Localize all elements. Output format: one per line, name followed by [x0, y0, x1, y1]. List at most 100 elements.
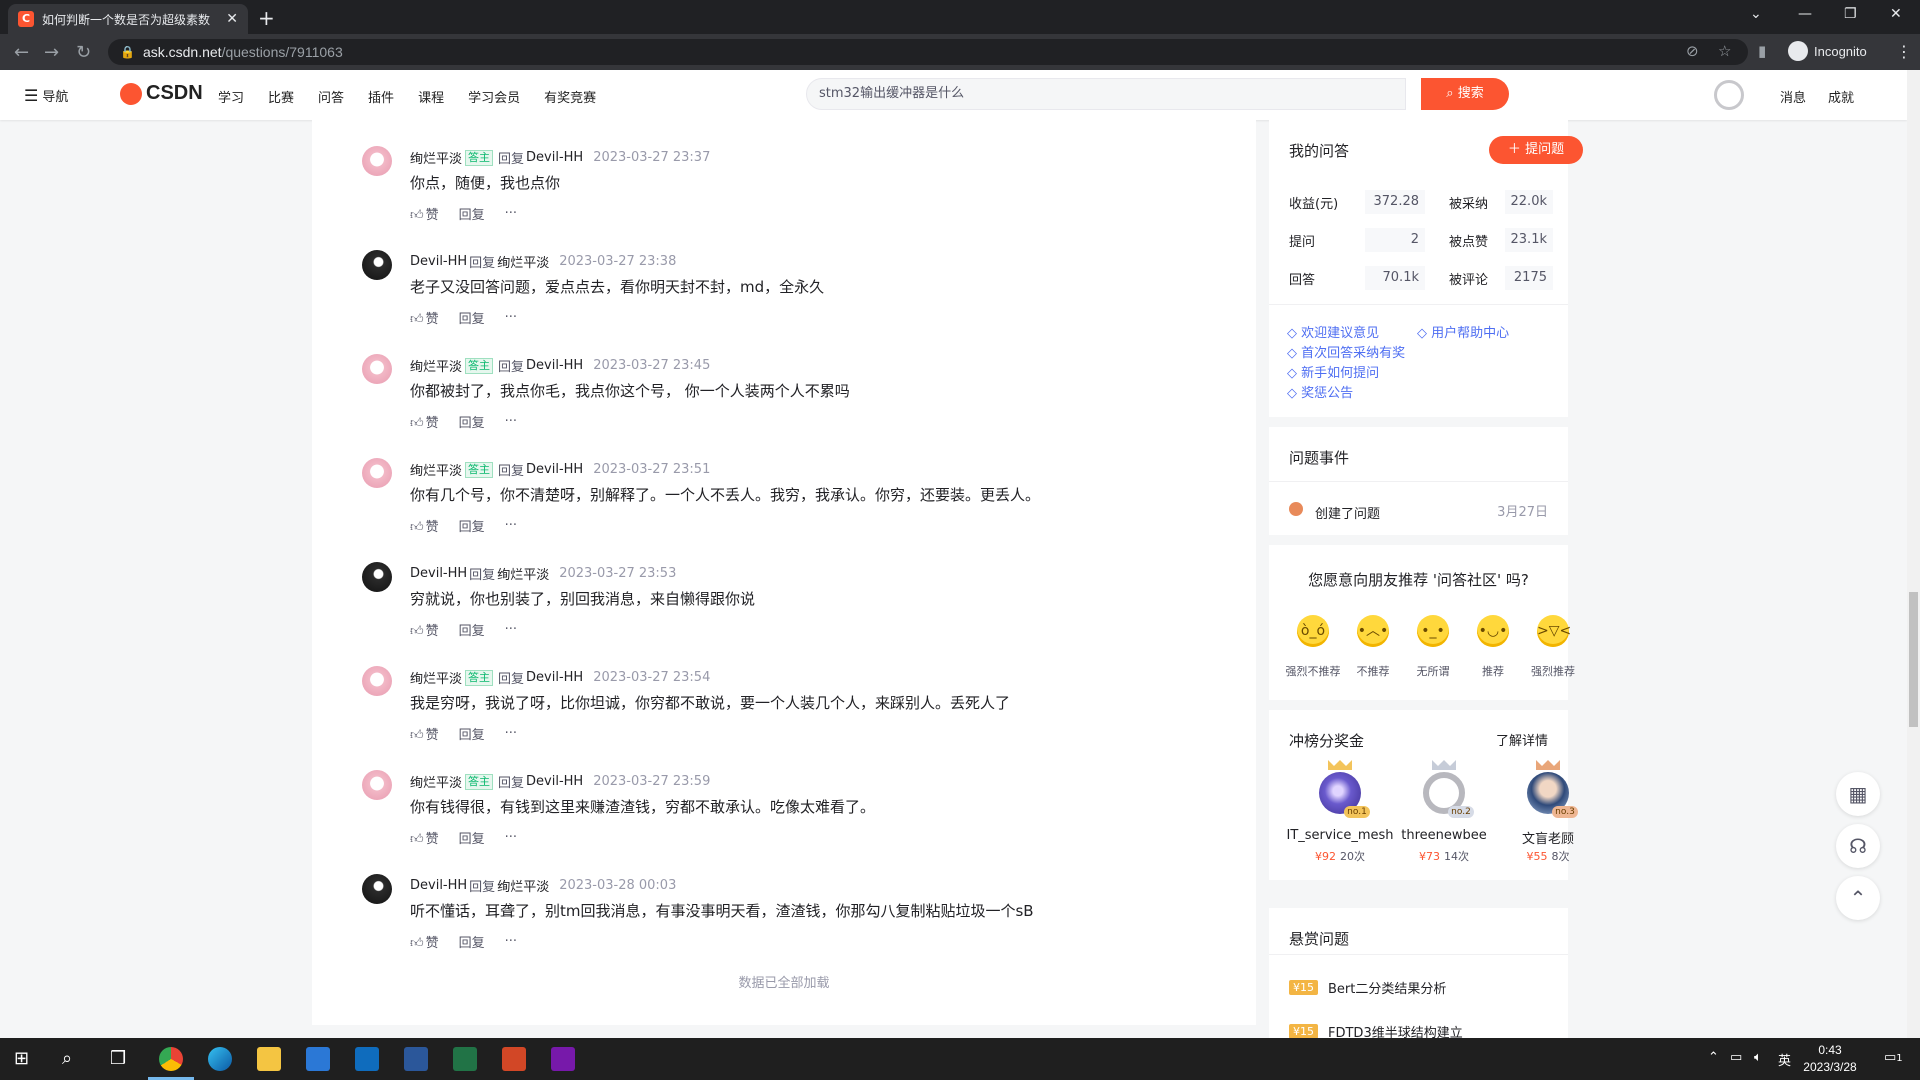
rank-username[interactable]: 文盲老顾 [1493, 828, 1603, 847]
back-icon[interactable]: ← [14, 42, 29, 63]
search-input[interactable]: stm32输出缓冲器是什么 [806, 78, 1406, 110]
volume-icon[interactable]: 🔈︎ [1754, 1050, 1762, 1065]
reply-button[interactable]: 回复 [459, 308, 485, 327]
page-scrollbar[interactable] [1907, 70, 1920, 1038]
neutral-face-icon[interactable]: •_• [1417, 615, 1449, 647]
comment-author[interactable]: 绚烂平淡 [410, 356, 462, 375]
more-button[interactable]: ··· [505, 310, 517, 325]
windows-start-icon[interactable]: ⊞ [14, 1048, 29, 1069]
like-button[interactable]: 👍︎ 赞 [410, 620, 439, 639]
nav-item-course[interactable]: 课程 [418, 87, 444, 106]
tab-search-icon[interactable]: ⌄ [1750, 6, 1762, 22]
notification-icon[interactable]: ▭1 [1884, 1050, 1903, 1065]
avatar[interactable] [362, 146, 392, 176]
reply-target[interactable]: Devil-HH [526, 150, 583, 165]
ime-indicator[interactable]: 英 [1778, 1050, 1791, 1069]
avatar[interactable] [362, 250, 392, 280]
reply-target[interactable]: Devil-HH [526, 774, 583, 789]
customer-service-icon[interactable]: ☊ [1836, 824, 1880, 868]
nav-menu-button[interactable]: ☰ 导航 [24, 86, 68, 105]
restore-icon[interactable]: ❐ [1844, 6, 1857, 22]
more-button[interactable]: ··· [505, 934, 517, 949]
powerpoint-icon[interactable] [502, 1047, 526, 1071]
reply-button[interactable]: 回复 [459, 516, 485, 535]
close-tab-icon[interactable]: ✕ [226, 11, 238, 27]
word-icon[interactable] [404, 1047, 428, 1071]
like-button[interactable]: 👍︎ 赞 [410, 308, 439, 327]
nav-item-membership[interactable]: 学习会员 [468, 87, 520, 106]
store-icon[interactable] [306, 1047, 330, 1071]
new-tab-icon[interactable]: + [258, 6, 275, 30]
reply-target[interactable]: 绚烂平淡 [497, 564, 549, 583]
nav-item-qa[interactable]: 问答 [318, 87, 344, 106]
side-panel-icon[interactable]: ▮ [1758, 42, 1766, 60]
more-button[interactable]: ··· [505, 414, 517, 429]
browser-menu-icon[interactable]: ⋮ [1896, 42, 1912, 61]
reply-target[interactable]: Devil-HH [526, 670, 583, 685]
nav-item-prize-contest[interactable]: 有奖竞赛 [544, 87, 596, 106]
comment-author[interactable]: Devil-HH [410, 254, 467, 269]
network-icon[interactable]: ▭ [1730, 1050, 1742, 1065]
excel-icon[interactable] [453, 1047, 477, 1071]
reply-button[interactable]: 回复 [459, 932, 485, 951]
frown-face-icon[interactable]: •︿• [1357, 615, 1389, 647]
close-window-icon[interactable]: ✕ [1890, 6, 1902, 22]
browser-tab[interactable]: C 如何判断一个数是否为超级素数 ✕ [8, 4, 248, 34]
reply-button[interactable]: 回复 [459, 204, 485, 223]
comment-author[interactable]: 绚烂平淡 [410, 148, 462, 167]
how-to-ask-link[interactable]: ◇ 新手如何提问 [1287, 362, 1379, 381]
reply-button[interactable]: 回复 [459, 620, 485, 639]
search-icon[interactable]: ⌕ [62, 1048, 72, 1069]
csdn-logo[interactable]: CSDN [120, 82, 203, 105]
nav-item-learn[interactable]: 学习 [218, 87, 244, 106]
forward-icon[interactable]: → [44, 42, 59, 63]
chrome-icon[interactable] [159, 1047, 183, 1071]
mail-icon[interactable] [355, 1047, 379, 1071]
search-button[interactable]: ⌕ 搜索 [1421, 78, 1509, 110]
file-explorer-icon[interactable] [257, 1047, 281, 1071]
more-button[interactable]: ··· [505, 622, 517, 637]
bookmark-star-icon[interactable]: ☆ [1718, 42, 1731, 60]
edge-icon[interactable] [208, 1047, 232, 1071]
avatar[interactable] [362, 770, 392, 800]
reply-target[interactable]: 绚烂平淡 [497, 252, 549, 271]
avatar[interactable] [362, 354, 392, 384]
tray-overflow-icon[interactable]: ⌃ [1708, 1050, 1719, 1065]
comment-author[interactable]: 绚烂平淡 [410, 668, 462, 687]
incognito-profile[interactable]: Incognito [1788, 41, 1867, 61]
like-button[interactable]: 👍︎ 赞 [410, 516, 439, 535]
back-to-top-icon[interactable]: ⌃ [1836, 876, 1880, 920]
reply-button[interactable]: 回复 [459, 828, 485, 847]
more-button[interactable]: ··· [505, 726, 517, 741]
like-button[interactable]: 👍︎ 赞 [410, 932, 439, 951]
avatar[interactable] [362, 666, 392, 696]
angry-face-icon[interactable]: ò_ó [1297, 615, 1329, 647]
more-button[interactable]: ··· [505, 830, 517, 845]
comment-author[interactable]: 绚烂平淡 [410, 460, 462, 479]
nav-item-plugin[interactable]: 插件 [368, 87, 394, 106]
taskbar-clock[interactable]: 0:43 2023/3/28 [1800, 1042, 1860, 1076]
penalty-notice-link[interactable]: ◇ 奖惩公告 [1287, 382, 1353, 401]
like-button[interactable]: 👍︎ 赞 [410, 204, 439, 223]
reply-target[interactable]: 绚烂平淡 [497, 876, 549, 895]
comment-author[interactable]: Devil-HH [410, 878, 467, 893]
comment-author[interactable]: 绚烂平淡 [410, 772, 462, 791]
grin-face-icon[interactable]: >▽< [1537, 615, 1571, 647]
like-button[interactable]: 👍︎ 赞 [410, 412, 439, 431]
avatar[interactable] [362, 562, 392, 592]
scrollbar-thumb[interactable] [1909, 592, 1918, 727]
bounty-item[interactable]: ¥15 Bert二分类结果分析 [1289, 978, 1446, 997]
first-answer-reward-link[interactable]: ◇ 首次回答采纳有奖 [1287, 342, 1405, 361]
address-bar[interactable]: 🔒 ask.csdn.net/questions/7911063 [108, 39, 1748, 65]
comment-author[interactable]: Devil-HH [410, 566, 467, 581]
learn-more-link[interactable]: 了解详情 [1496, 730, 1548, 749]
reply-button[interactable]: 回复 [459, 724, 485, 743]
qr-code-icon[interactable]: ▦ [1836, 772, 1880, 816]
avatar[interactable] [362, 458, 392, 488]
reload-icon[interactable]: ↻ [76, 42, 91, 63]
task-view-icon[interactable]: ❒ [110, 1048, 126, 1069]
like-button[interactable]: 👍︎ 赞 [410, 828, 439, 847]
onenote-icon[interactable] [551, 1047, 575, 1071]
reply-button[interactable]: 回复 [459, 412, 485, 431]
more-button[interactable]: ··· [505, 518, 517, 533]
